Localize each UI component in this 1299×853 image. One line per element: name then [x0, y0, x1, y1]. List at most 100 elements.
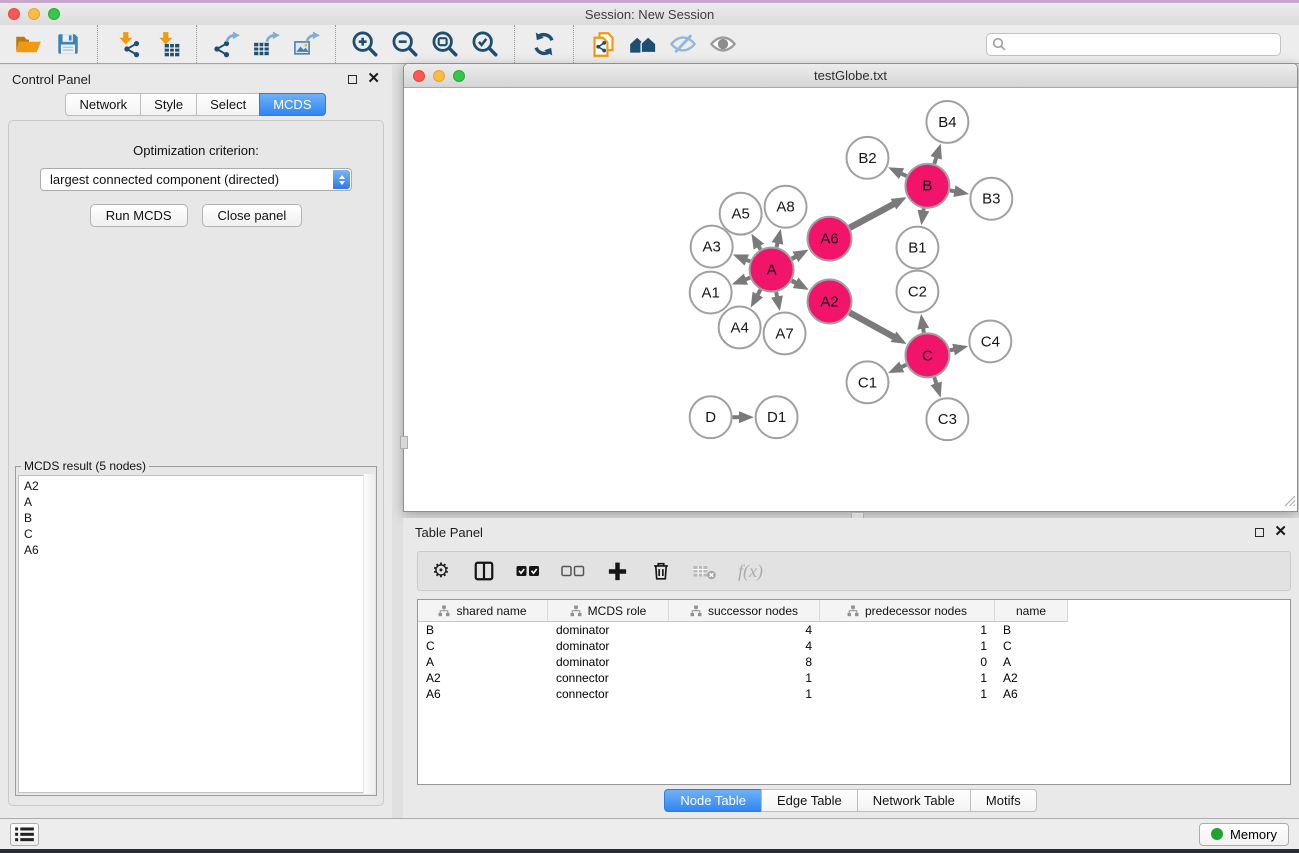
optimization-criterion-select[interactable]: largest connected component (directed)	[40, 168, 352, 191]
node-B4[interactable]: B4	[926, 101, 968, 143]
edge-C-C1[interactable]	[901, 365, 906, 367]
show-columns-icon[interactable]	[473, 560, 495, 582]
node-D1[interactable]: D1	[756, 396, 798, 438]
zoom-fit-icon[interactable]	[425, 27, 465, 61]
tab-network[interactable]: Network	[65, 93, 141, 116]
edge-B-B2[interactable]	[901, 173, 907, 176]
zoom-in-icon[interactable]	[345, 27, 385, 61]
node-C[interactable]: C	[905, 333, 949, 377]
delete-columns-icon[interactable]	[650, 560, 672, 582]
column-header-MCDS-role[interactable]: MCDS role	[548, 600, 669, 622]
node-B[interactable]: B	[905, 164, 949, 208]
network-close-button[interactable]	[413, 70, 425, 82]
float-panel-icon[interactable]	[348, 75, 357, 84]
mcds-result-item[interactable]: B	[24, 510, 368, 526]
export-table-icon[interactable]	[246, 27, 286, 61]
table-row[interactable]: Cdominator41C	[418, 638, 1068, 654]
memory-button[interactable]: Memory	[1199, 823, 1289, 846]
node-A1[interactable]: A1	[690, 272, 732, 314]
task-history-button[interactable]	[10, 823, 39, 846]
search-input[interactable]	[986, 33, 1281, 56]
tab-style[interactable]: Style	[140, 93, 197, 116]
open-session-icon[interactable]	[8, 27, 48, 61]
edge-A-A3[interactable]	[746, 260, 750, 262]
edge-A-A1[interactable]	[745, 278, 750, 280]
table-options-icon[interactable]: ⚙	[430, 561, 452, 581]
function-builder-icon[interactable]: f(x)	[738, 561, 763, 582]
node-C3[interactable]: C3	[926, 398, 968, 440]
column-header-successor-nodes[interactable]: successor nodes	[669, 600, 820, 622]
column-header-predecessor-nodes[interactable]: predecessor nodes	[820, 600, 995, 622]
destroy-table-icon[interactable]	[693, 561, 717, 581]
node-A6[interactable]: A6	[808, 217, 852, 261]
edge-A-A5[interactable]	[759, 246, 761, 249]
edge-A6-B[interactable]	[850, 204, 894, 228]
float-table-panel-icon[interactable]	[1255, 528, 1264, 537]
minimize-window-button[interactable]	[28, 8, 40, 20]
edge-A-A6[interactable]	[792, 257, 796, 259]
edge-A-A4[interactable]	[758, 290, 761, 295]
node-B3[interactable]: B3	[970, 178, 1012, 220]
deselect-all-icon[interactable]	[561, 560, 585, 582]
tab-select[interactable]: Select	[196, 93, 260, 116]
close-table-panel-icon[interactable]: ✕	[1274, 527, 1287, 537]
mcds-result-item[interactable]: A6	[24, 542, 368, 558]
tab-motifs[interactable]: Motifs	[970, 789, 1037, 812]
table-row[interactable]: A6connector11A6	[418, 686, 1068, 702]
save-session-icon[interactable]	[48, 27, 88, 61]
tab-mcds[interactable]: MCDS	[259, 93, 325, 116]
mcds-result-item[interactable]: C	[24, 526, 368, 542]
resize-grip-icon[interactable]	[1283, 494, 1296, 510]
tab-network-table[interactable]: Network Table	[857, 789, 971, 812]
mcds-result-item[interactable]: A	[24, 494, 368, 510]
table-row[interactable]: A2connector11A2	[418, 670, 1068, 686]
clone-network-icon[interactable]	[583, 27, 623, 61]
show-all-icon[interactable]	[703, 27, 743, 61]
edge-C-C2[interactable]	[923, 328, 924, 333]
column-header-name[interactable]: name	[995, 600, 1068, 622]
node-B2[interactable]: B2	[847, 137, 889, 179]
export-network-icon[interactable]	[206, 27, 246, 61]
create-column-icon[interactable]	[606, 560, 629, 583]
close-window-button[interactable]	[8, 8, 20, 20]
network-canvas[interactable]: B4 B2 B B3 A8A5 A6 A3 B1 A A1 C2 A2 A4A7 C4 C C1 C3 D D1	[404, 88, 1297, 511]
zoom-out-icon[interactable]	[385, 27, 425, 61]
edge-C-C4[interactable]	[950, 349, 954, 350]
node-C1[interactable]: C1	[847, 361, 889, 403]
tab-edge-table[interactable]: Edge Table	[761, 789, 858, 812]
table-row[interactable]: Adominator80A	[418, 654, 1068, 670]
node-A5[interactable]: A5	[720, 193, 762, 235]
close-panel-button[interactable]: Close panel	[202, 204, 303, 227]
node-C4[interactable]: C4	[969, 320, 1011, 362]
close-panel-icon[interactable]: ✕	[367, 74, 380, 84]
edge-A-A8[interactable]	[777, 243, 778, 247]
mcds-result-scrollbar[interactable]	[363, 474, 375, 794]
node-C2[interactable]: C2	[896, 271, 938, 313]
run-mcds-button[interactable]: Run MCDS	[90, 204, 188, 227]
hide-selected-icon[interactable]	[663, 27, 703, 61]
edge-B-B3[interactable]	[950, 190, 955, 191]
node-B1[interactable]: B1	[896, 227, 938, 269]
node-A8[interactable]: A8	[765, 186, 807, 228]
edge-A2-C[interactable]	[850, 313, 895, 338]
edge-B-B4[interactable]	[934, 157, 936, 164]
node-A2[interactable]: A2	[808, 280, 852, 324]
edge-A-A7[interactable]	[776, 292, 777, 297]
edge-C-C3[interactable]	[934, 377, 936, 384]
zoom-selected-icon[interactable]	[465, 27, 505, 61]
network-minimize-button[interactable]	[433, 70, 445, 82]
edge-A-A2[interactable]	[792, 281, 797, 283]
node-D[interactable]: D	[690, 396, 732, 438]
node-A4[interactable]: A4	[719, 306, 761, 348]
node-A3[interactable]: A3	[691, 226, 733, 268]
import-table-icon[interactable]	[147, 27, 187, 61]
network-zoom-button[interactable]	[453, 70, 465, 82]
zoom-window-button[interactable]	[48, 8, 60, 20]
column-header-shared-name[interactable]: shared name	[418, 600, 548, 622]
import-network-icon[interactable]	[107, 27, 147, 61]
node-A7[interactable]: A7	[764, 312, 806, 354]
node-A[interactable]: A	[750, 248, 794, 292]
table-row[interactable]: Bdominator41B	[418, 622, 1068, 638]
vertical-split-handle[interactable]	[400, 436, 408, 449]
apply-layout-icon[interactable]	[524, 27, 564, 61]
